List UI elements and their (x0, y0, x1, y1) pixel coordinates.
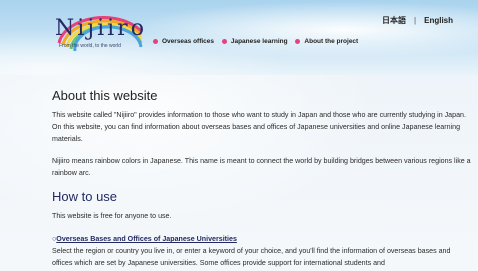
overseas-bases-link[interactable]: Overseas Bases and Offices of Japanese U… (56, 235, 237, 243)
main-content: About this website This website called "… (52, 88, 472, 269)
nijiiro-logo[interactable]: Nijiiro From the world, to the world (45, 7, 155, 51)
about-heading: About this website (52, 88, 158, 103)
about-paragraph-1: This website called "Nijiiro" provides i… (52, 111, 466, 143)
lang-separator: | (414, 16, 417, 25)
overseas-bases-description: Select the region or country you live in… (52, 247, 451, 267)
nav-label: About the project (304, 38, 359, 45)
nav-japanese-learning[interactable]: Japanese learning (221, 38, 288, 45)
how-to-use-paragraph: This website is free for anyone to use. (52, 212, 172, 220)
nav-label: Japanese learning (230, 38, 288, 45)
nav-overseas-offices[interactable]: Overseas offices (153, 38, 214, 45)
bullet-dot-icon (221, 38, 227, 44)
overseas-bases-section-title: ○Overseas Bases and Offices of Japanese … (52, 233, 472, 245)
logo-tagline: From the world, to the world (59, 43, 121, 49)
how-to-use-heading: How to use (52, 189, 118, 204)
nav-about-project[interactable]: About the project (295, 38, 358, 45)
about-paragraph-2: Nijiiro means rainbow colors in Japanese… (52, 157, 471, 177)
main-nav: Overseas offices Japanese learning About… (153, 38, 364, 45)
lang-japanese-link[interactable]: 日本語 (382, 15, 406, 26)
lang-english-link[interactable]: English (424, 16, 453, 25)
bullet-dot-icon (153, 38, 158, 44)
site-header: Nijiiro From the world, to the world 日本語… (0, 0, 478, 75)
bullet-dot-icon (295, 38, 301, 44)
language-switcher: 日本語 | English (382, 15, 453, 26)
nav-label: Overseas offices (162, 38, 215, 45)
logo-wordmark: Nijiiro (55, 16, 147, 41)
